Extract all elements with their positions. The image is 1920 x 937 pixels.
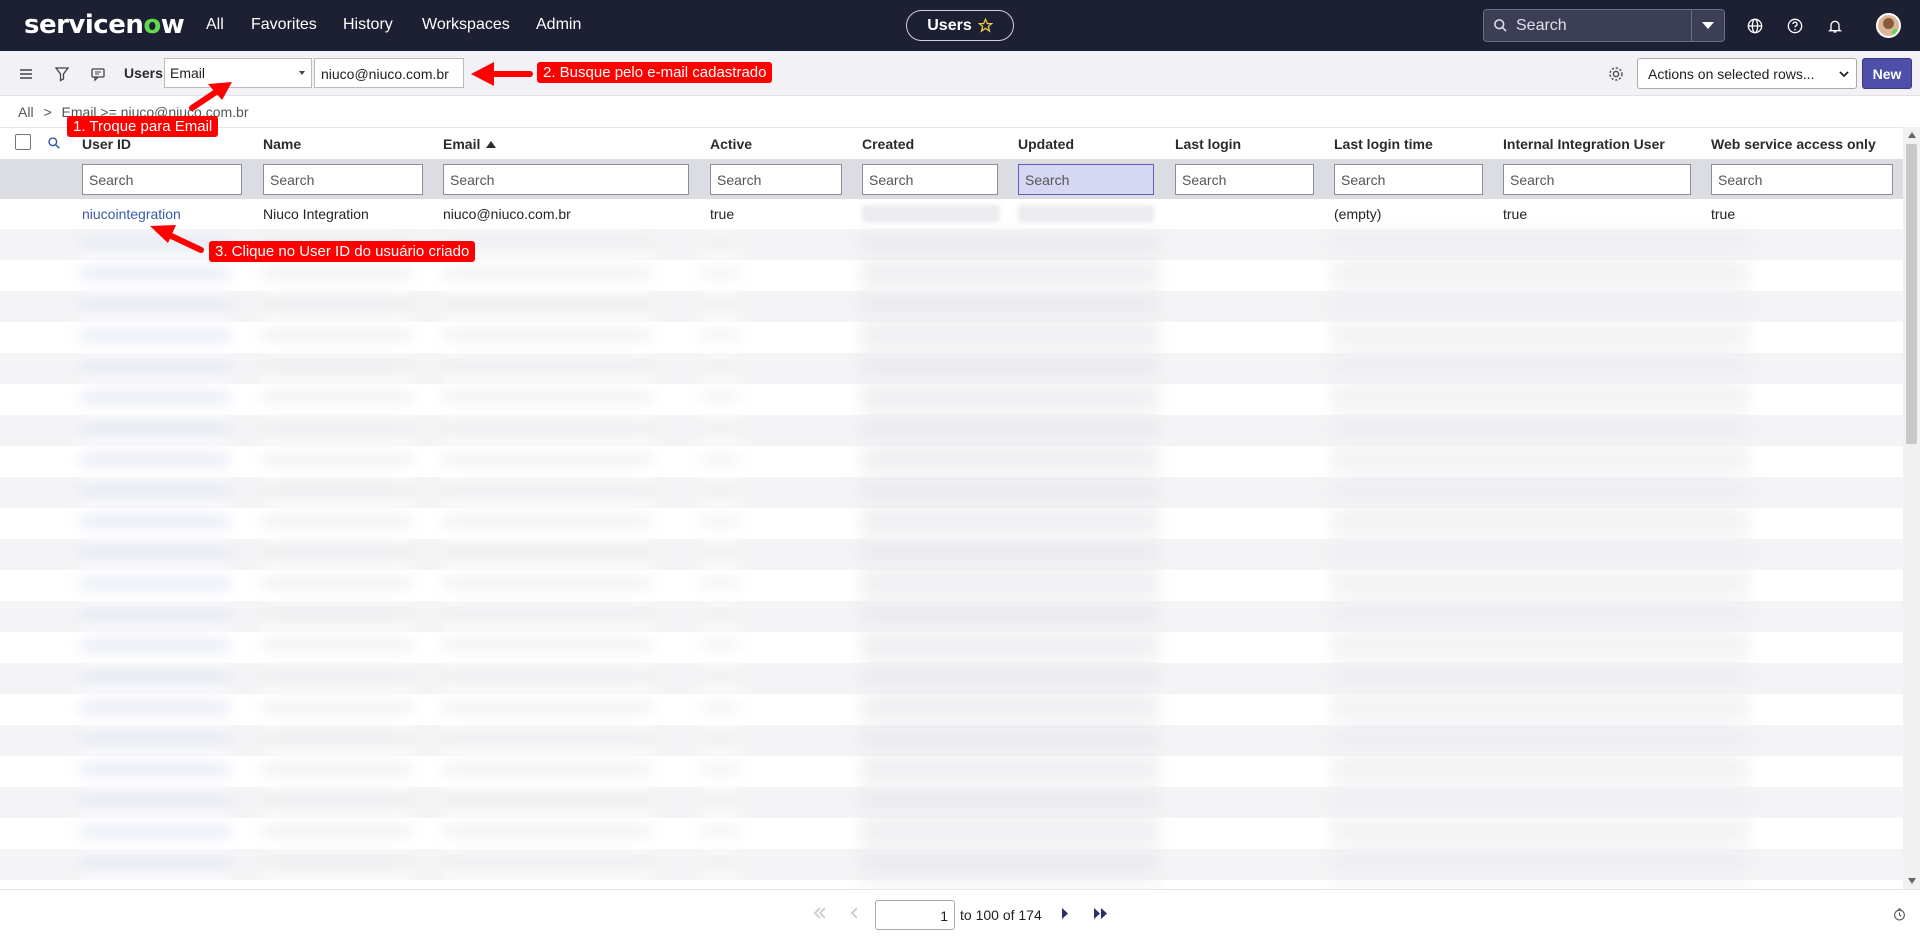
- arrow-step-1-icon: [189, 82, 232, 111]
- arrow-step-3-icon: [150, 225, 204, 253]
- annotation-arrows: [150, 62, 533, 253]
- arrow-step-2-icon: [471, 62, 533, 86]
